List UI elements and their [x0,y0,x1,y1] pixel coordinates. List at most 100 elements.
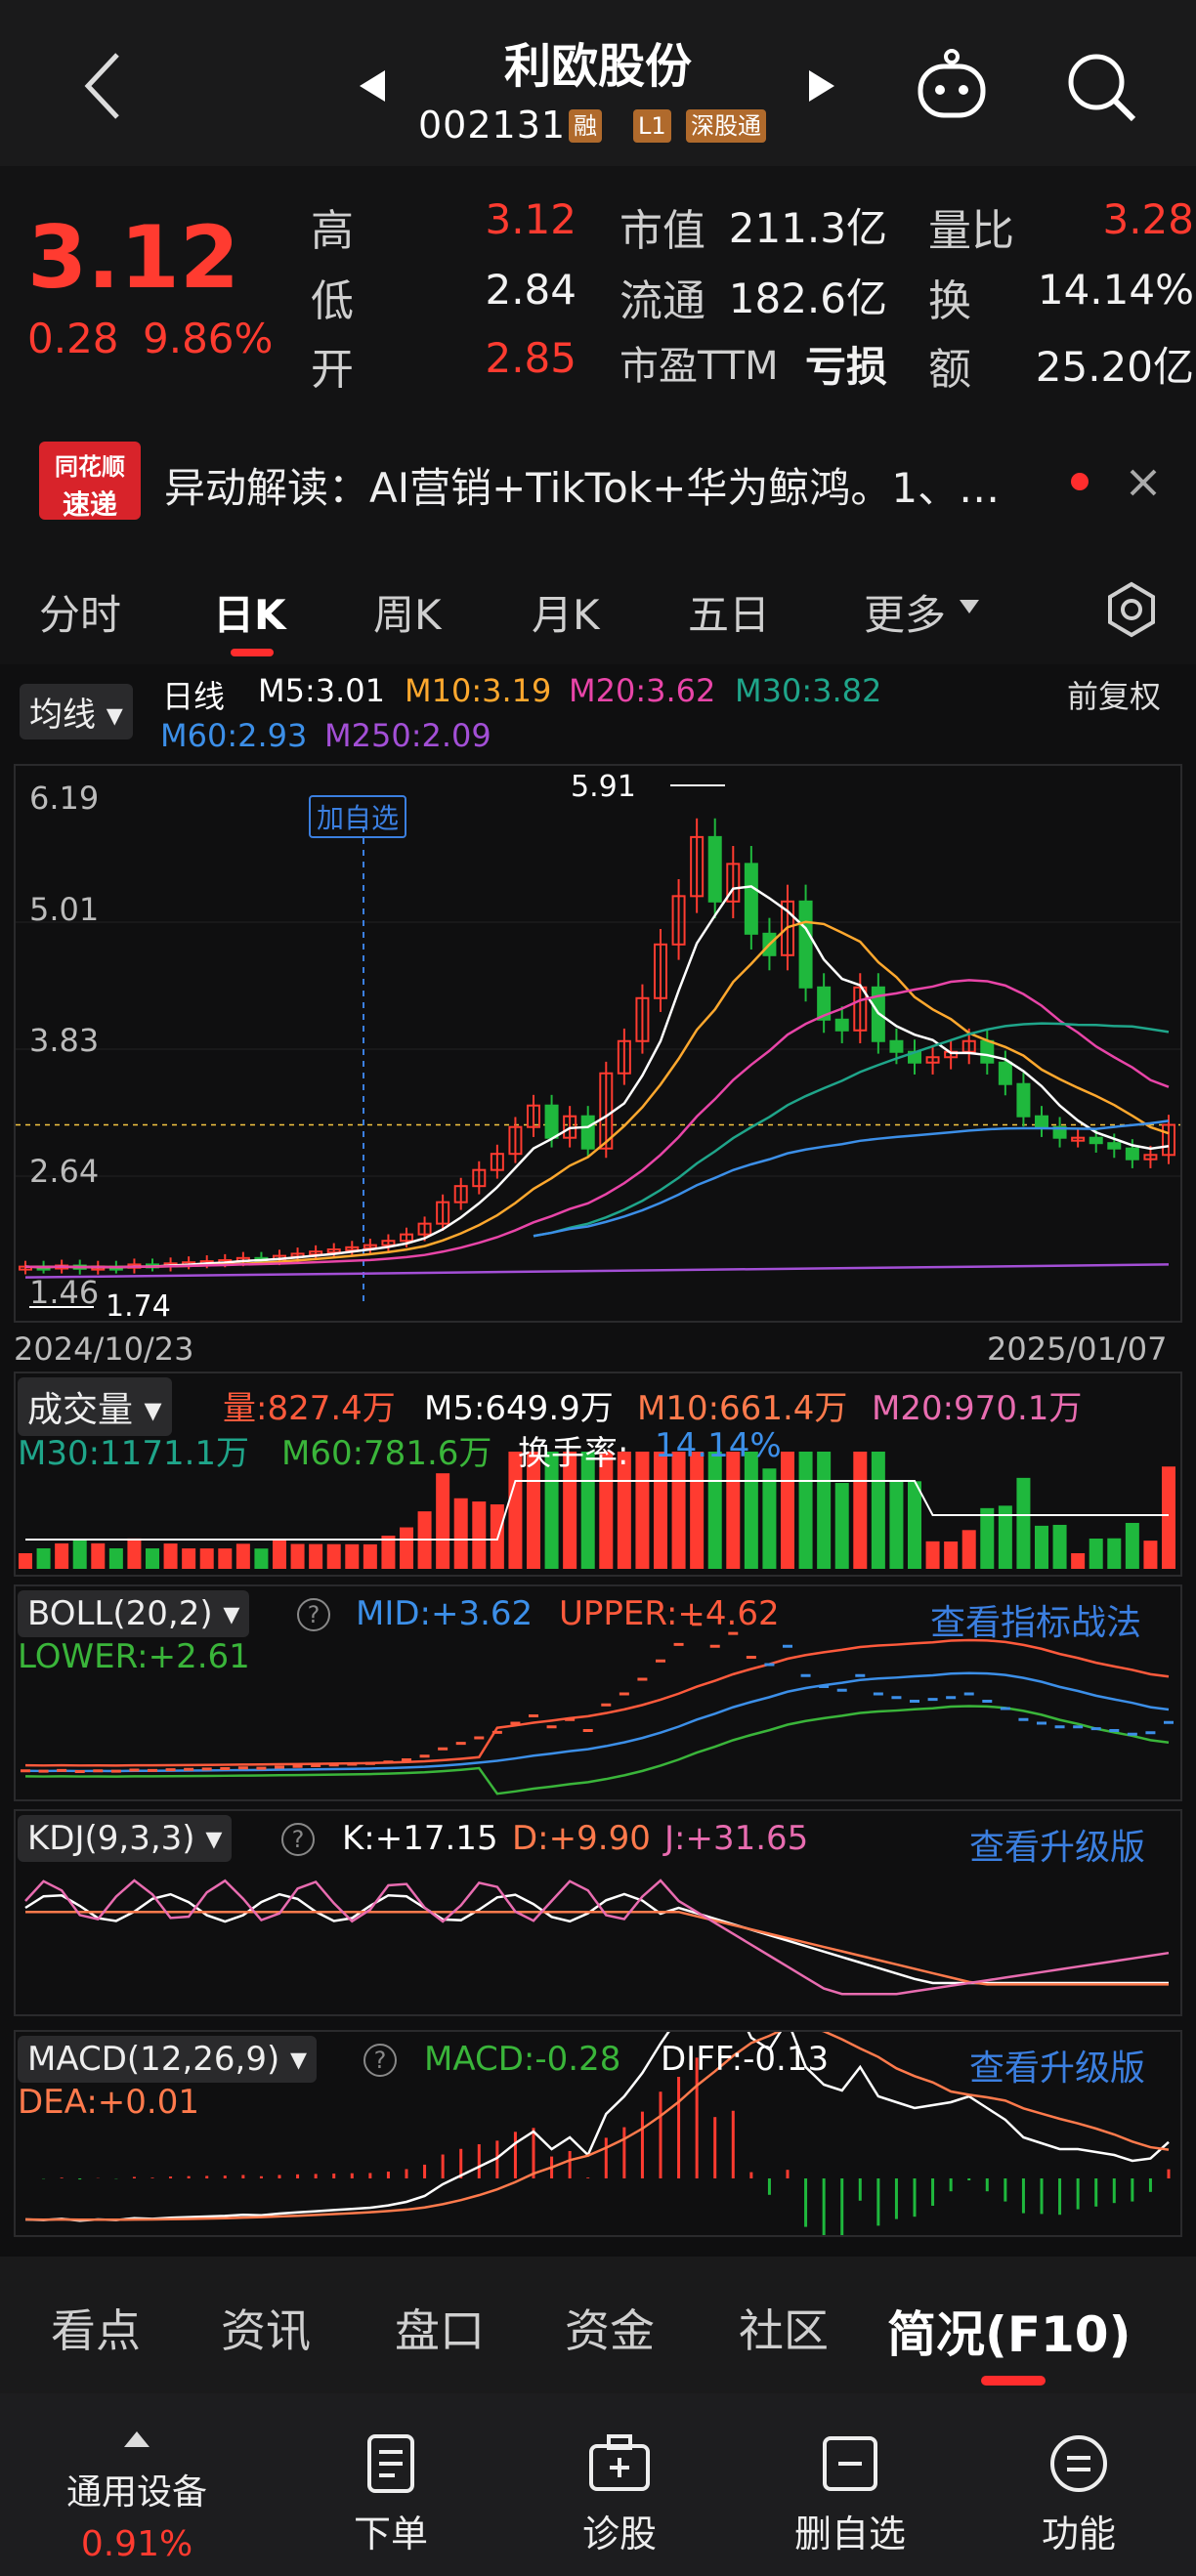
tab-intraday[interactable]: 分时 [39,582,121,642]
ma20-label: M20:3.62 [569,672,716,709]
value-float-cap: 182.6亿 [728,274,887,322]
volume-bar [254,1548,269,1569]
sector-button[interactable]: 通用设备 0.91% [39,2415,235,2564]
tab-community[interactable]: 社区 [739,2296,829,2360]
volume-bar [309,1543,323,1569]
price-change-pct: 9.86% [143,315,274,362]
volume-bar [726,1452,741,1569]
ma60-label: M60:2.93 [160,717,308,754]
ma-selector[interactable]: 均线 ▾ [20,684,133,739]
volume-bar [273,1539,286,1569]
kdj-d-line [25,1910,1169,1986]
unread-dot [1071,473,1089,490]
ma5-label: M5:3.01 [258,672,385,709]
function-button[interactable]: 功能 [1010,2432,1147,2557]
volume-bar [1052,1524,1067,1569]
min-price-label: 1.74 [106,1289,171,1324]
minus-box-icon [823,2436,877,2491]
volume-bar [654,1452,667,1569]
close-icon[interactable] [1124,463,1163,502]
macd-selector[interactable]: MACD(12,26,9) ▾ [18,2036,318,2083]
diagnose-button[interactable]: 诊股 [551,2432,688,2557]
order-button[interactable]: 下单 [322,2432,459,2557]
candle [744,863,758,935]
candle [1089,1136,1103,1145]
candle [580,1115,595,1150]
dropdown-arrow-icon [960,600,979,613]
volume-bar [1016,1477,1031,1569]
date-end: 2025/01/07 [987,1330,1168,1368]
volume-ma5-line [25,1480,1169,1541]
macd-diff: DIFF:-0.13 [661,2040,830,2079]
boll-selector[interactable]: BOLL(20,2) ▾ [18,1590,250,1637]
volume-bar [55,1542,69,1569]
adjust-mode[interactable]: 前复权 [1067,672,1161,717]
label-turnover: 换 [928,276,971,326]
ma250-label: M250:2.09 [324,717,491,754]
tab-news[interactable]: 资讯 [221,2296,311,2360]
tab-orderbook[interactable]: 盘口 [395,2296,485,2360]
macd-upgrade-link[interactable]: 查看升级版 [969,2040,1145,2090]
news-text[interactable]: 异动解读：AI营销+TikTok+华为鲸鸿。1、… [164,455,1000,515]
candle [544,1104,559,1139]
triangle-right-icon[interactable] [805,66,840,106]
volume-bar [91,1542,106,1569]
boll-strategy-link[interactable]: 查看指标战法 [930,1594,1141,1645]
add-watch-marker[interactable]: 加自选 [309,795,407,838]
help-icon[interactable]: ? [297,1598,330,1631]
tab-more[interactable]: 更多 [864,582,946,642]
value-high: 3.12 [485,195,577,243]
tab-capital[interactable]: 资金 [565,2296,655,2360]
news-bar[interactable]: 同花顺 速递 异动解读：AI营销+TikTok+华为鲸鸿。1、… [0,391,1196,567]
volume-value: 量:827.4万 [223,1389,396,1428]
help-icon[interactable]: ? [281,1823,315,1856]
volume-ma30: M30:1171.1万 [18,1434,250,1473]
volume-bar [853,1452,868,1569]
candle [1035,1115,1048,1128]
kline-panel[interactable]: 6.19 5.01 3.83 2.64 1.46 加自选 5.91 1.74 [14,764,1182,1324]
document-icon [367,2434,414,2493]
volume-bar [381,1536,396,1569]
kdj-selector[interactable]: KDJ(9,3,3) ▾ [18,1815,233,1862]
candle [998,1061,1012,1085]
label-float-cap: 流通 [619,276,705,326]
volume-panel[interactable]: 成交量 ▾ 量:827.4万 M5:649.9万 M10:661.4万 M20:… [14,1372,1182,1577]
tab-f10-profile[interactable]: 简况(F10) [887,2296,1131,2366]
candle [889,1039,904,1053]
robot-icon[interactable] [913,47,991,125]
stock-name: 利欧股份 [503,39,692,94]
volume-ma5: M5:649.9万 [424,1389,614,1428]
kdj-upgrade-link[interactable]: 查看升级版 [969,1819,1145,1870]
kdj-j: J:+31.65 [664,1819,809,1858]
volume-bar [961,1530,976,1569]
volume-bar [453,1498,468,1569]
gear-icon[interactable] [1102,580,1161,639]
volume-bar [72,1539,87,1569]
candle [1107,1142,1122,1150]
remove-watch-button[interactable]: 删自选 [782,2432,918,2557]
tab-weekly-k[interactable]: 周K [373,582,442,642]
quote-panel: 3.12 0.28 9.86% 高 3.12 市值 211.3亿 量比 3.28… [0,166,1196,395]
max-price-label: 5.91 [571,770,636,804]
macd-dea: DEA:+0.01 [18,2083,199,2122]
value-mcap: 211.3亿 [728,204,887,252]
boll-lower: LOWER:+2.61 [18,1637,250,1676]
search-icon[interactable] [1063,49,1141,127]
tag-l1: L1 [633,109,671,143]
value-open: 2.85 [485,334,577,382]
kdj-panel[interactable]: KDJ(9,3,3) ▾ ? K:+17.15 D:+9.90 J:+31.65… [14,1809,1182,2016]
y-tick-4: 2.64 [29,1153,100,1190]
boll-panel[interactable]: BOLL(20,2) ▾ ? MID:+3.62 UPPER:+4.62 LOW… [14,1584,1182,1801]
macd-panel[interactable]: MACD(12,26,9) ▾ ? MACD:-0.28 DIFF:-0.13 … [14,2030,1182,2237]
tag-sz-connect: 深股通 [686,109,766,143]
tab-monthly-k[interactable]: 月K [532,582,600,642]
label-pe: 市盈TTM [619,344,779,389]
boll-lower-line [24,1705,1170,1795]
volume-bar [889,1481,904,1569]
tab-five-day[interactable]: 五日 [688,582,770,642]
boll-upper: UPPER:+4.62 [559,1594,780,1633]
tab-highlights[interactable]: 看点 [51,2296,141,2360]
help-icon[interactable]: ? [363,2044,397,2077]
tab-daily-k[interactable]: 日K [213,582,286,642]
volume-bar [36,1548,51,1569]
